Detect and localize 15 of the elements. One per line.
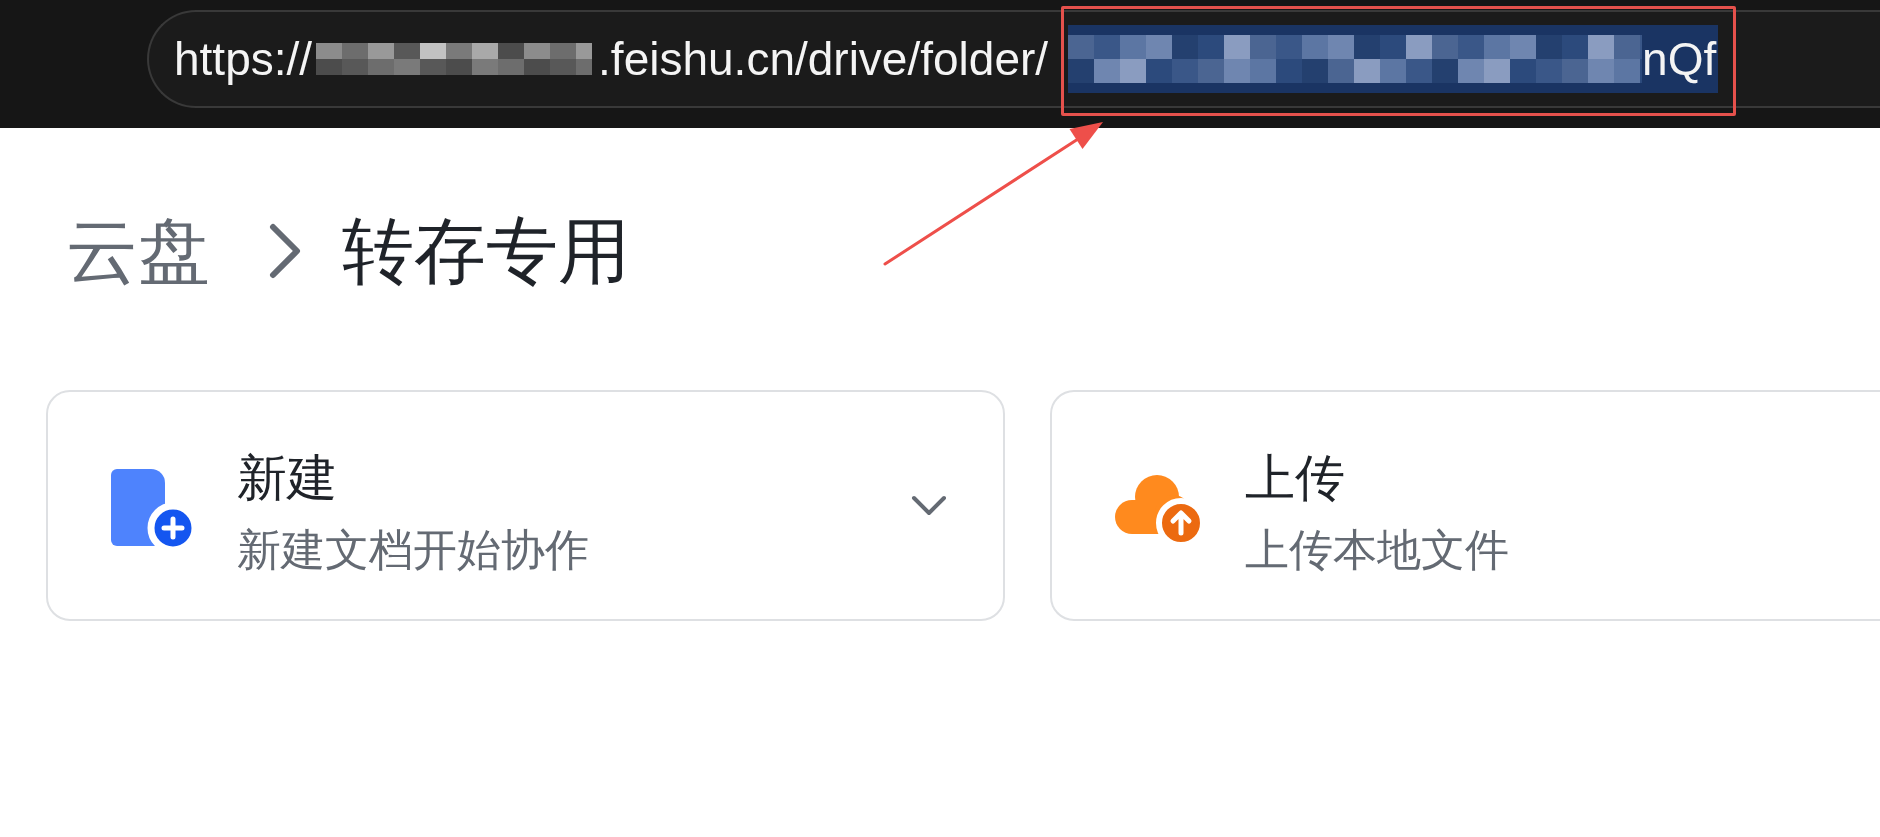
card-subtitle: 新建文档开始协作 (237, 524, 589, 578)
url-text: nQf (1642, 32, 1717, 86)
chevron-down-icon[interactable] (911, 494, 947, 517)
url-text: .feishu.cn/drive/folder/ (598, 32, 1049, 86)
current-folder-title: 转存专用 (342, 208, 630, 295)
card-title: 上传 (1245, 448, 1346, 509)
card-subtitle: 上传本地文件 (1245, 524, 1509, 578)
upload-card[interactable]: 上传 上传本地文件 (1050, 390, 1880, 622)
cloud-upload-icon (1115, 474, 1203, 545)
new-document-card[interactable]: 新建 新建文档开始协作 (46, 390, 1005, 622)
url-text: https:// (174, 32, 313, 86)
chevron-right-icon (268, 222, 302, 281)
breadcrumb-link[interactable]: 云盘 (66, 208, 210, 295)
address-bar[interactable]: https:// .feishu.cn/drive/folder/ nQf (147, 10, 1880, 108)
card-title: 新建 (237, 448, 338, 509)
